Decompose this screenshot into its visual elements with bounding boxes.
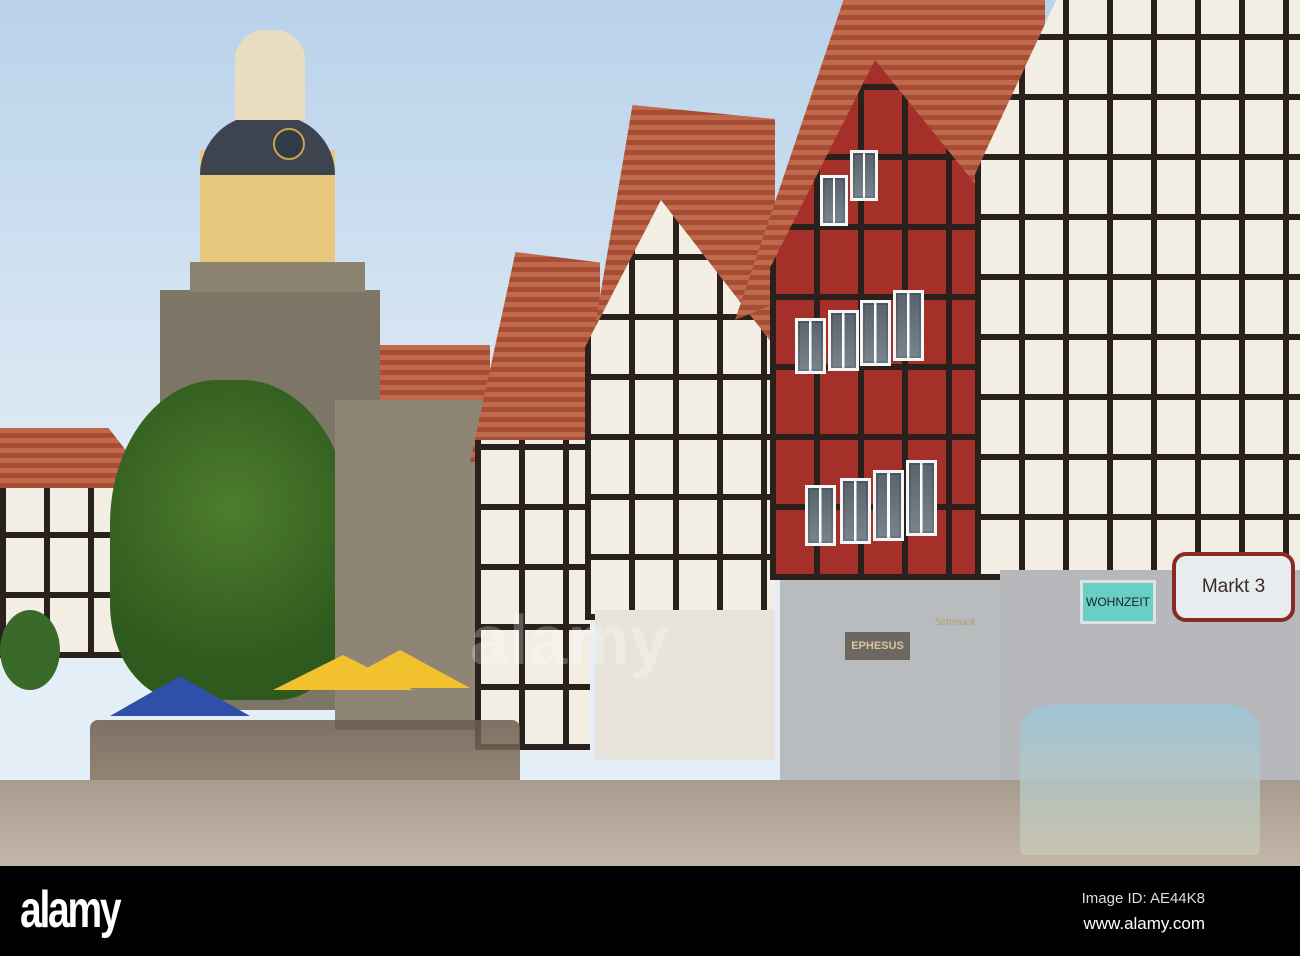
image-id: Image ID: AE44K8 [1081, 890, 1205, 907]
half-timbered-house [975, 0, 1300, 580]
alamy-url[interactable]: www.alamy.com [1083, 914, 1205, 934]
tree [110, 380, 350, 700]
shop-front [780, 580, 1000, 780]
bench-people [1020, 705, 1260, 855]
blue-umbrella [110, 676, 250, 716]
alamy-logo: alamy [20, 881, 122, 939]
watermark: alamy [470, 601, 669, 679]
ephesus-sign: EPHESUS [845, 632, 910, 660]
street-photo: EPHESUS Schmuck WOHNZEIT Markt 3 alamy [0, 0, 1300, 866]
tower-balustrade [190, 262, 365, 292]
tower-lantern [235, 30, 305, 120]
schmuck-sign: Schmuck [934, 616, 976, 628]
clock-icon [273, 128, 305, 160]
watermark-bar: alamy Image ID: AE44K8 www.alamy.com [0, 866, 1300, 956]
yellow-umbrella [330, 650, 470, 688]
half-timbered-house [475, 440, 590, 750]
tower-dome [200, 115, 335, 175]
wohnzeit-sign: WOHNZEIT [1080, 580, 1156, 624]
markt-3-sign: Markt 3 [1172, 552, 1295, 622]
bush [0, 610, 60, 690]
